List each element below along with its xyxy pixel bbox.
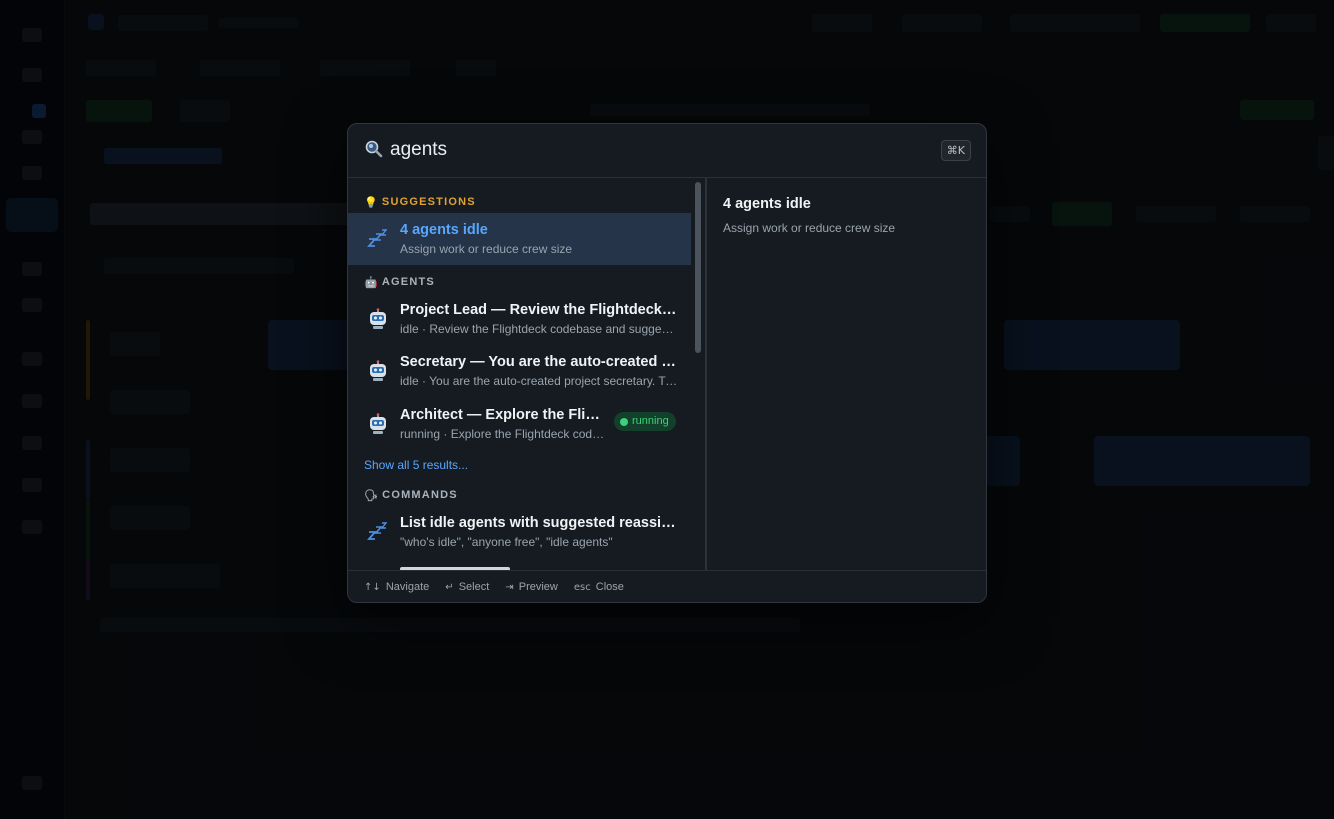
preview-title: 4 agents idle — [723, 196, 811, 212]
robot-icon — [370, 360, 386, 381]
hint-select: ↵ Select — [445, 580, 490, 593]
robot-icon: 🤖 — [364, 275, 379, 289]
item-subtitle: idle · You are the auto-created project … — [400, 374, 678, 388]
hint-navigate: ↑↓ Navigate — [364, 580, 430, 593]
magnifier-icon — [365, 140, 383, 158]
zzz-icon — [367, 229, 388, 247]
scrollbar-thumb[interactable] — [695, 182, 701, 353]
list-item-suggestion[interactable]: 4 agents idle Assign work or reduce crew… — [348, 213, 691, 265]
lightbulb-icon: 💡 — [364, 195, 379, 209]
robot-icon — [370, 413, 386, 434]
show-all-results-link[interactable]: Show all 5 results... — [364, 458, 468, 472]
preview-pane: 4 agents idle Assign work or reduce crew… — [723, 196, 968, 235]
hint-preview: ⇥ Preview — [505, 580, 558, 593]
results-scrollbar[interactable] — [692, 178, 704, 570]
item-title: 4 agents idle — [400, 222, 488, 238]
search-input[interactable] — [390, 137, 910, 163]
list-item-agent[interactable]: Project Lead — Review the Flightdeck cod… — [348, 293, 691, 345]
list-item-command-partial[interactable] — [348, 558, 691, 570]
item-title: Secretary — You are the auto-created pro… — [400, 354, 678, 370]
status-badge: running — [614, 412, 676, 431]
section-label: COMMANDS — [382, 489, 458, 501]
list-item-command[interactable]: List idle agents with suggested reassign… — [348, 506, 691, 558]
section-header-commands: 🗣 COMMANDS — [364, 488, 458, 502]
section-label: AGENTS — [381, 276, 435, 288]
item-title: Project Lead — Review the Flightdeck cod… — [400, 302, 678, 318]
command-palette: ⌘K 💡 SUGGESTIONS 4 agents idle Assign wo… — [347, 123, 987, 603]
preview-description: Assign work or reduce crew size — [723, 221, 896, 235]
search-bar: ⌘K — [348, 124, 986, 178]
speaking-head-icon: 🗣 — [364, 488, 380, 502]
keyboard-hints-footer: ↑↓ Navigate ↵ Select ⇥ Preview esc Close — [348, 570, 986, 602]
section-header-agents: 🤖 AGENTS — [364, 275, 435, 289]
item-title: List idle agents with suggested reassign… — [400, 515, 678, 531]
section-label: SUGGESTIONS — [381, 196, 476, 208]
status-badge-label: running — [632, 415, 669, 427]
item-title: Architect — Explore the Flightdeck codeb… — [400, 407, 606, 423]
pane-divider — [705, 178, 707, 570]
section-header-suggestions: 💡 SUGGESTIONS — [364, 195, 476, 209]
hint-close: esc Close — [573, 580, 624, 593]
item-subtitle: running · Explore the Flightdeck codebas… — [400, 427, 606, 441]
item-subtitle: Assign work or reduce crew size — [400, 242, 573, 256]
results-list[interactable]: 💡 SUGGESTIONS 4 agents idle Assign work … — [348, 178, 691, 570]
item-subtitle: "who's idle", "anyone free", "idle agent… — [400, 535, 613, 549]
shortcut-badge: ⌘K — [940, 140, 971, 161]
robot-icon — [370, 308, 386, 329]
list-item-agent[interactable]: Secretary — You are the auto-created pro… — [348, 345, 691, 397]
zzz-icon — [367, 522, 388, 540]
item-subtitle: idle · Review the Flightdeck codebase an… — [400, 322, 678, 336]
list-item-agent[interactable]: Architect — Explore the Flightdeck codeb… — [348, 398, 691, 450]
status-dot-icon — [620, 417, 628, 426]
